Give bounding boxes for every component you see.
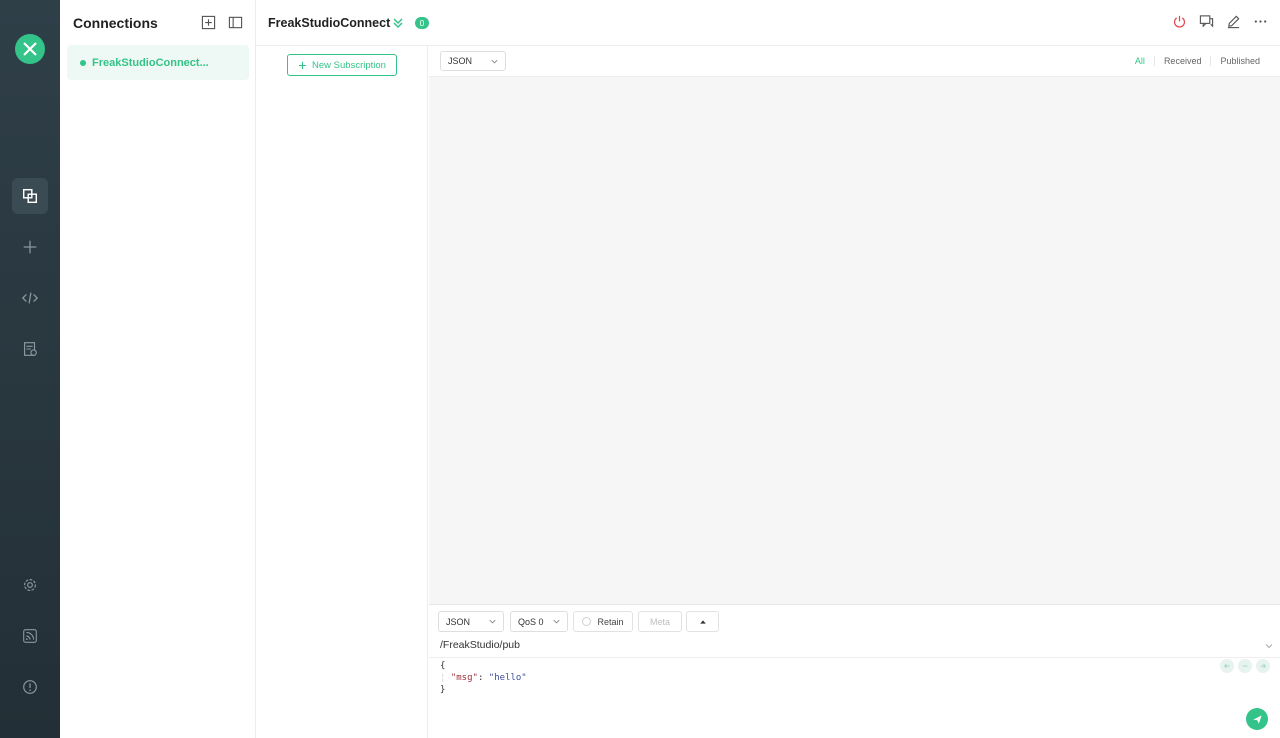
- arrow-left-icon[interactable]: [1220, 659, 1234, 673]
- connection-name: FreakStudioConnect...: [92, 56, 209, 69]
- tab-published[interactable]: Published: [1210, 56, 1269, 66]
- connection-item[interactable]: FreakStudioConnect...: [67, 45, 249, 80]
- subscriptions-panel: New Subscription: [256, 46, 428, 738]
- edit-icon[interactable]: [1226, 14, 1241, 29]
- page-title: FreakStudioConnect: [268, 16, 391, 30]
- power-icon[interactable]: [1172, 14, 1187, 29]
- gear-icon[interactable]: [12, 567, 48, 603]
- arrow-right-icon[interactable]: [1256, 659, 1270, 673]
- code-icon[interactable]: [12, 280, 48, 316]
- retain-toggle[interactable]: Retain: [573, 611, 633, 632]
- payload-format-select[interactable]: JSON: [438, 611, 504, 632]
- meta-label: Meta: [649, 616, 670, 627]
- qos-select[interactable]: QoS 0: [510, 611, 568, 632]
- retain-label: Retain: [597, 616, 624, 627]
- connections-panel: Connections FreakStudioConnect...: [60, 0, 256, 738]
- collapse-publish-button[interactable]: [686, 611, 719, 632]
- history-navigation: [1220, 659, 1270, 673]
- more-icon[interactable]: [1253, 14, 1268, 29]
- connected-status-dot: [80, 59, 86, 66]
- double-chevron-down-icon[interactable]: [391, 16, 405, 30]
- message-filter-tabs: All Received Published: [1126, 56, 1269, 66]
- app-rail: [0, 0, 60, 738]
- payload-format-value: JSON: [446, 616, 471, 627]
- chat-icon[interactable]: [1199, 14, 1214, 29]
- send-button[interactable]: [1246, 708, 1268, 730]
- payload-key: "msg": [450, 673, 478, 683]
- new-subscription-label: New Subscription: [312, 59, 386, 71]
- qos-value: QoS 0: [518, 616, 544, 627]
- message-format-value: JSON: [448, 56, 473, 66]
- retain-radio: [582, 617, 592, 626]
- log-icon[interactable]: [12, 331, 48, 367]
- payload-editor[interactable]: { ¦ "msg": "hello" }: [440, 660, 527, 696]
- chevron-down-icon[interactable]: [1264, 641, 1274, 651]
- caret-up-icon: [699, 619, 706, 624]
- payload-value: "hello": [488, 673, 527, 683]
- tab-received[interactable]: Received: [1153, 56, 1211, 66]
- payload-line-open: {: [440, 661, 446, 671]
- add-connection-icon[interactable]: [201, 15, 216, 30]
- info-icon[interactable]: [12, 669, 48, 705]
- topic-input[interactable]: /FreakStudio/pub: [440, 639, 520, 651]
- meta-button[interactable]: Meta: [638, 611, 682, 632]
- mqttx-logo-icon[interactable]: [15, 34, 45, 64]
- connection-header: FreakStudioConnect 0: [256, 0, 1280, 46]
- connections-icon[interactable]: [12, 178, 48, 214]
- feed-icon[interactable]: [12, 618, 48, 654]
- send-icon: [1252, 714, 1262, 724]
- publish-panel: JSON QoS 0 Retain Meta /FreakStudio/pub …: [429, 604, 1280, 738]
- new-subscription-button[interactable]: New Subscription: [287, 54, 397, 76]
- divider: [429, 657, 1280, 658]
- message-toolbar: JSON All Received Published: [429, 46, 1280, 77]
- chevron-down-icon: [491, 59, 498, 63]
- plus-icon[interactable]: [12, 229, 48, 265]
- message-list-area: JSON All Received Published: [429, 46, 1280, 604]
- connections-title: Connections: [73, 15, 158, 31]
- message-count-badge: 0: [415, 17, 429, 29]
- chevron-down-icon: [489, 619, 496, 624]
- toggle-panel-icon[interactable]: [228, 15, 243, 30]
- message-format-select[interactable]: JSON: [440, 51, 506, 71]
- minus-icon[interactable]: [1238, 659, 1252, 673]
- payload-line-close: }: [440, 685, 446, 695]
- chevron-down-icon: [553, 619, 560, 624]
- plus-icon: [298, 61, 307, 69]
- tab-all[interactable]: All: [1126, 56, 1154, 66]
